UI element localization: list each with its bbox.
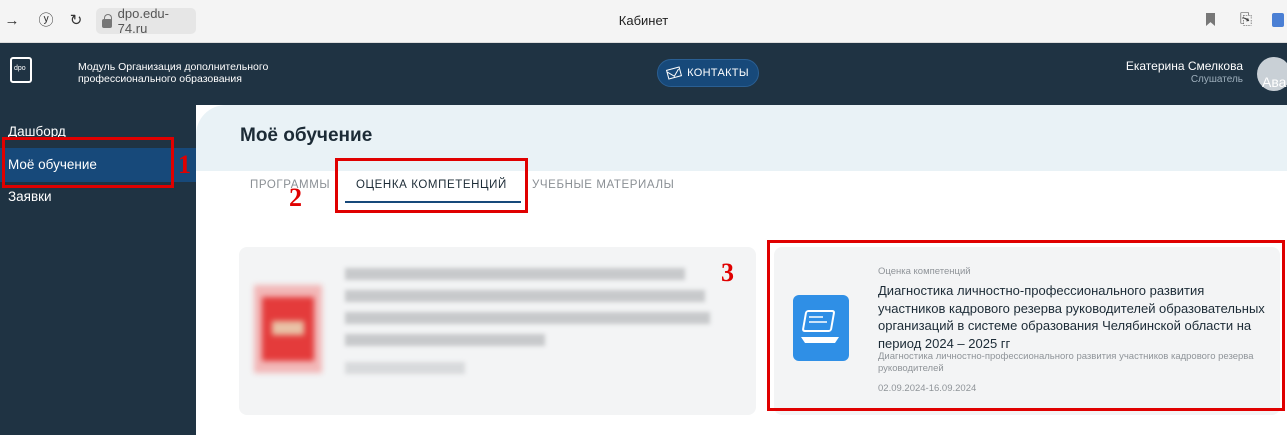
blurred-text-line <box>345 362 465 374</box>
annotation-number-3: 3 <box>721 258 734 287</box>
highlight-box-2 <box>335 158 528 213</box>
highlight-box-3 <box>767 240 1285 411</box>
page-title: Моё обучение <box>240 125 373 146</box>
contacts-button[interactable]: КОНТАКТЫ <box>657 59 759 87</box>
highlight-box-1 <box>2 137 174 188</box>
blurred-text-line <box>345 290 705 302</box>
avatar-alt-text: Ава <box>1262 74 1287 90</box>
app-header: Модуль Организация дополнительного профе… <box>0 43 1287 105</box>
envelope-icon <box>666 66 683 80</box>
blurred-text-line <box>345 334 545 346</box>
tab-learning-materials[interactable]: УЧЕБНЫЕ МАТЕРИАЛЫ <box>532 179 674 201</box>
annotation-number-2: 2 <box>289 183 302 212</box>
user-name[interactable]: Екатерина Смелкова <box>1126 59 1243 73</box>
annotation-number-1: 1 <box>178 150 191 179</box>
blurred-text-line <box>345 268 685 280</box>
browser-toolbar: → ⓨ ↻ dpo.edu-74.ru Кабинет ⎘ <box>0 0 1287 43</box>
tab-title: Кабинет <box>618 13 669 28</box>
dpo-logo-icon[interactable] <box>10 57 32 83</box>
reader-icon[interactable]: ⎘ <box>1240 11 1252 28</box>
extension-icon[interactable] <box>1272 13 1284 27</box>
user-role: Слушатель <box>1190 74 1243 85</box>
module-title: Модуль Организация дополнительного профе… <box>78 61 269 85</box>
blurred-text-line <box>345 312 710 324</box>
blurred-thumbnail <box>254 285 322 373</box>
contacts-label: КОНТАКТЫ <box>687 67 749 79</box>
